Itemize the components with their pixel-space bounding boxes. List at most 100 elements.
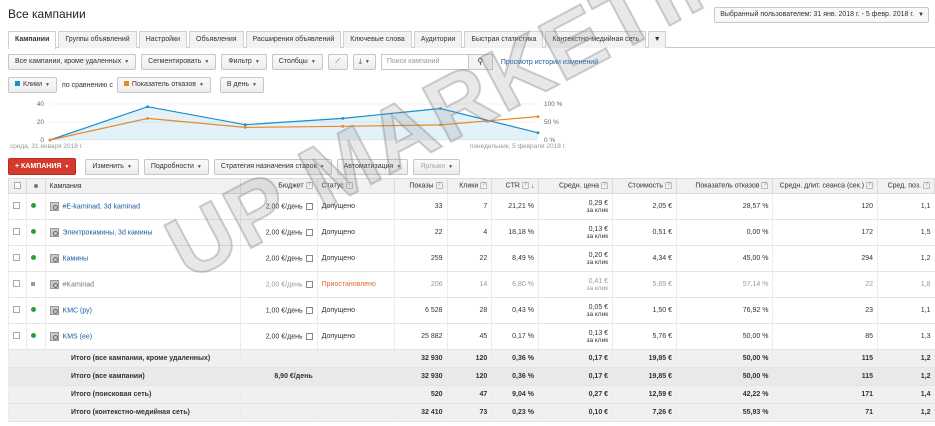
campaign-filter-dropdown[interactable]: Все кампании, кроме удаленных ▼ [8, 54, 137, 70]
status-dot-icon[interactable] [31, 307, 37, 312]
campaign-name-link[interactable]: Электрокамины, 3d камины [63, 229, 153, 236]
status-cell: Допущено [316, 297, 395, 324]
row-checkbox[interactable] [13, 228, 20, 235]
table-row[interactable]: Электрокамины, 3d камины 2,00 €/день Допущ… [7, 219, 935, 246]
edit-budget-icon[interactable] [305, 228, 313, 236]
row-checkbox[interactable] [13, 280, 20, 287]
col-avg-cpc[interactable]: Средн. цена? [537, 178, 614, 194]
campaign-name-link[interactable]: Камины [63, 255, 89, 262]
status-dot-icon[interactable] [31, 282, 36, 286]
campaign-cell: Камины [44, 245, 241, 272]
col-campaign[interactable]: Кампания [44, 178, 242, 194]
chart-toggle-button[interactable]: ⟋ [327, 54, 348, 70]
status-value: Приостановлено [321, 281, 376, 288]
tab-settings[interactable]: Настройки [138, 31, 188, 48]
right-axis-tick-label: 100 % [544, 101, 563, 108]
download-button[interactable]: ⤓ ▼ [352, 54, 376, 70]
data-point-bounce-rate [243, 126, 247, 129]
status-dot-icon[interactable] [31, 333, 37, 338]
segment-dropdown[interactable]: Сегментировать ▼ [141, 54, 217, 70]
edit-dropdown[interactable]: Изменить ▼ [85, 158, 139, 175]
help-icon[interactable]: ? [305, 182, 313, 190]
col-bounce-rate[interactable]: Показатель отказов? [676, 178, 774, 194]
table-row[interactable]: KMS (ee) 2,00 €/день Допущено 25 882 45 0,17 … [7, 323, 935, 350]
edit-budget-icon[interactable] [305, 202, 313, 210]
add-campaign-button[interactable]: + КАМПАНИЯ ▼ [8, 158, 77, 175]
col-avg-session[interactable]: Средн. длит. сеанса (сек.)? [772, 178, 879, 194]
tab-ad-extensions[interactable]: Расширения объявлений [245, 31, 342, 48]
help-icon[interactable]: ? [601, 182, 609, 190]
campaign-name-link[interactable]: #E-kaminad, 3d kaminad [63, 203, 140, 210]
table-row[interactable]: #E-kaminad, 3d kaminad 2,00 €/день Допущен… [7, 193, 935, 220]
tab-campaigns[interactable]: Кампании [8, 31, 57, 49]
campaign-name-link[interactable]: KMC (ру) [63, 307, 92, 314]
row-checkbox[interactable] [13, 254, 20, 261]
col-status[interactable]: Статус? [316, 178, 395, 194]
add-campaign-label: + КАМПАНИЯ [15, 163, 62, 170]
metric2-dropdown[interactable]: Показатель отказов ▼ [116, 77, 211, 93]
compare-label: по сравнению с [62, 81, 113, 89]
chevron-down-icon: ▼ [364, 59, 370, 65]
edit-budget-icon[interactable] [305, 280, 313, 288]
columns-dropdown[interactable]: Столбцы ▼ [271, 54, 323, 70]
automation-label: Автоматизация [343, 162, 394, 170]
col-budget[interactable]: Бюджет? [240, 178, 318, 194]
edit-budget-icon[interactable] [305, 254, 313, 262]
totals-budget [240, 349, 318, 368]
table-row[interactable]: #Kaminad 2,00 €/день Приостановлено 206 14 6,… [7, 271, 935, 298]
labels-dropdown[interactable]: Ярлыки ▼ [413, 158, 461, 175]
download-icon: ⤓ [358, 58, 362, 65]
clicks-cell: 28 [446, 297, 492, 324]
tab-bar: Кампании Группы объявлений Настройки Объ… [8, 31, 935, 49]
status-dot-icon[interactable] [31, 255, 37, 260]
change-history-link[interactable]: Просмотр истории изменений [501, 59, 598, 66]
col-impressions[interactable]: Показы? [393, 178, 448, 194]
tab-ads[interactable]: Объявления [189, 31, 244, 48]
table-row[interactable]: Камины 2,00 €/день Допущено 259 22 8,49 % 0,20… [7, 245, 935, 272]
row-checkbox[interactable] [13, 202, 20, 209]
search-button[interactable]: ⚲ [468, 54, 493, 70]
totals-budget [240, 403, 318, 422]
row-checkbox[interactable] [13, 306, 20, 313]
table-row[interactable]: KMC (ру) 1,00 €/день Допущено 6 528 28 0,43 %… [7, 297, 935, 324]
ctr-cell: 21,21 % [491, 193, 539, 220]
col-clicks[interactable]: Клики? [446, 178, 493, 194]
tabs-more-button[interactable]: ▼ [648, 31, 667, 48]
help-icon[interactable]: ? [521, 182, 529, 190]
row-checkbox[interactable] [13, 332, 20, 339]
campaign-name-link[interactable]: #Kaminad [63, 281, 95, 288]
tab-audiences[interactable]: Аудитории [413, 31, 463, 48]
tab-ad-groups[interactable]: Группы объявлений [58, 31, 137, 48]
select-all-checkbox[interactable] [14, 181, 22, 189]
help-icon[interactable]: ? [480, 182, 488, 190]
col-cost[interactable]: Стоимость? [612, 178, 678, 194]
help-icon[interactable]: ? [665, 182, 673, 190]
help-icon[interactable]: ? [761, 182, 769, 190]
search-input[interactable]: Поиск кампаний [380, 54, 469, 70]
tab-keywords[interactable]: Ключевые слова [343, 31, 412, 48]
help-icon[interactable]: ? [345, 182, 353, 190]
filter-dropdown[interactable]: Фильтр ▼ [221, 54, 267, 70]
help-icon[interactable]: ? [435, 182, 443, 190]
edit-budget-icon[interactable] [305, 306, 313, 314]
help-icon[interactable]: ? [866, 182, 874, 190]
tab-quick-stats[interactable]: Быстрая статистика [464, 31, 544, 48]
totals-avg-cpc: 0,17 € [537, 349, 613, 368]
metric1-dropdown[interactable]: Клики ▼ [8, 77, 57, 93]
status-dot-icon[interactable] [31, 203, 37, 208]
col-ctr[interactable]: CTR? ↓ [491, 178, 539, 194]
campaign-name-link[interactable]: KMS (ee) [63, 333, 93, 340]
tab-display-network[interactable]: Контекстно-медийная сеть [545, 31, 647, 48]
status-dot-icon[interactable] [31, 229, 37, 234]
period-dropdown[interactable]: В день ▼ [219, 77, 264, 93]
ctr-cell: 8,49 % [491, 245, 539, 272]
date-range-selector[interactable]: Выбранный пользователем: 31 янв. 2018 г.… [714, 7, 929, 23]
edit-label: Изменить [92, 162, 124, 170]
col-avg-pos-label: Сред. поз. [887, 182, 921, 190]
automation-dropdown[interactable]: Автоматизация ▼ [336, 158, 409, 175]
details-dropdown[interactable]: Подробности ▼ [143, 158, 209, 175]
col-avg-pos[interactable]: Сред. поз.? [877, 178, 935, 194]
help-icon[interactable]: ? [923, 182, 930, 190]
bid-strategy-dropdown[interactable]: Стратегия назначения ставок ▼ [213, 158, 332, 175]
edit-budget-icon[interactable] [305, 332, 313, 340]
